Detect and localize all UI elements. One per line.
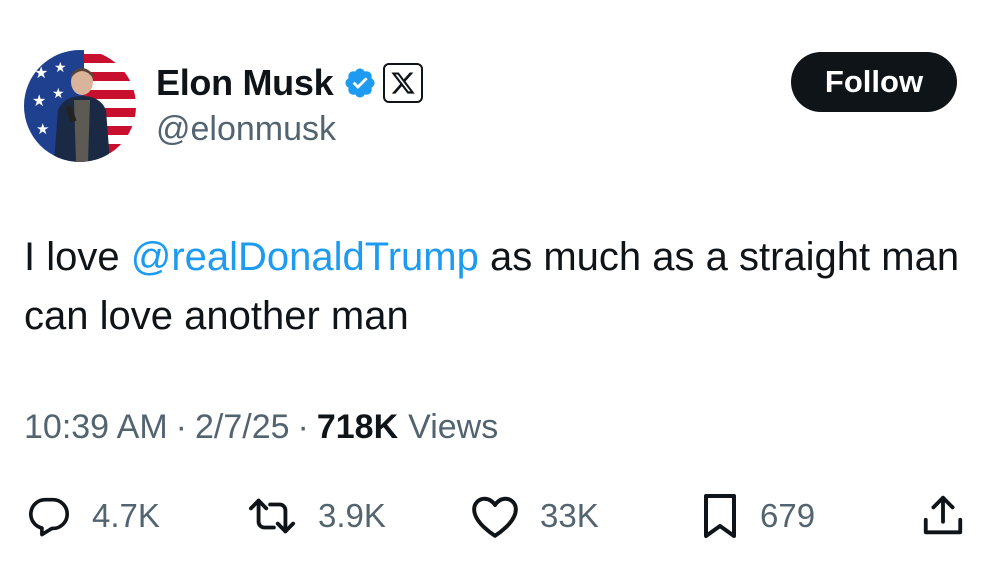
author-name[interactable]: Elon Musk [156,62,334,104]
verified-badge-icon[interactable] [343,66,377,100]
bookmark-icon [704,494,736,538]
author-handle[interactable]: @elonmusk [156,110,336,149]
author-name-row: Elon Musk [156,58,424,108]
mention-link[interactable]: @realDonaldTrump [131,235,479,279]
follow-button[interactable]: Follow [791,52,957,112]
meta-separator: · [297,408,309,446]
reply-icon [29,497,69,537]
reply-button[interactable]: 4.7K [26,488,160,544]
x-logo-icon[interactable] [383,63,424,103]
svg-text:★: ★ [52,86,65,102]
svg-text:★: ★ [34,63,48,82]
avatar[interactable]: ★ ★ ★ ★ ★ [24,50,136,162]
like-count: 33K [540,497,599,534]
tweet-date[interactable]: 2/7/25 [195,408,290,447]
bookmark-count: 679 [760,497,816,534]
action-bar: 4.7K 3.9K 33K 679 [24,488,974,544]
reply-count: 4.7K [92,497,160,534]
svg-text:★: ★ [54,60,67,76]
tweet-meta: 10:39 AM · 2/7/25 · 718K Views [24,408,498,447]
like-button[interactable]: 33K [470,488,599,544]
heart-icon [472,496,518,538]
meta-separator: · [175,408,187,446]
views-count[interactable]: 718K [317,408,398,447]
share-icon [923,495,963,535]
tweet-text-prefix: I love [24,235,131,279]
svg-text:★: ★ [32,91,46,110]
share-button[interactable] [920,488,966,544]
repost-count: 3.9K [318,497,386,534]
svg-text:★: ★ [36,120,49,138]
tweet-time[interactable]: 10:39 AM [24,408,168,447]
repost-button[interactable]: 3.9K [246,488,386,544]
tweet-text: I love @realDonaldTrump as much as a str… [24,228,974,346]
views-label[interactable]: Views [408,408,498,447]
bookmark-button[interactable]: 679 [700,488,815,544]
repost-icon [249,498,296,534]
